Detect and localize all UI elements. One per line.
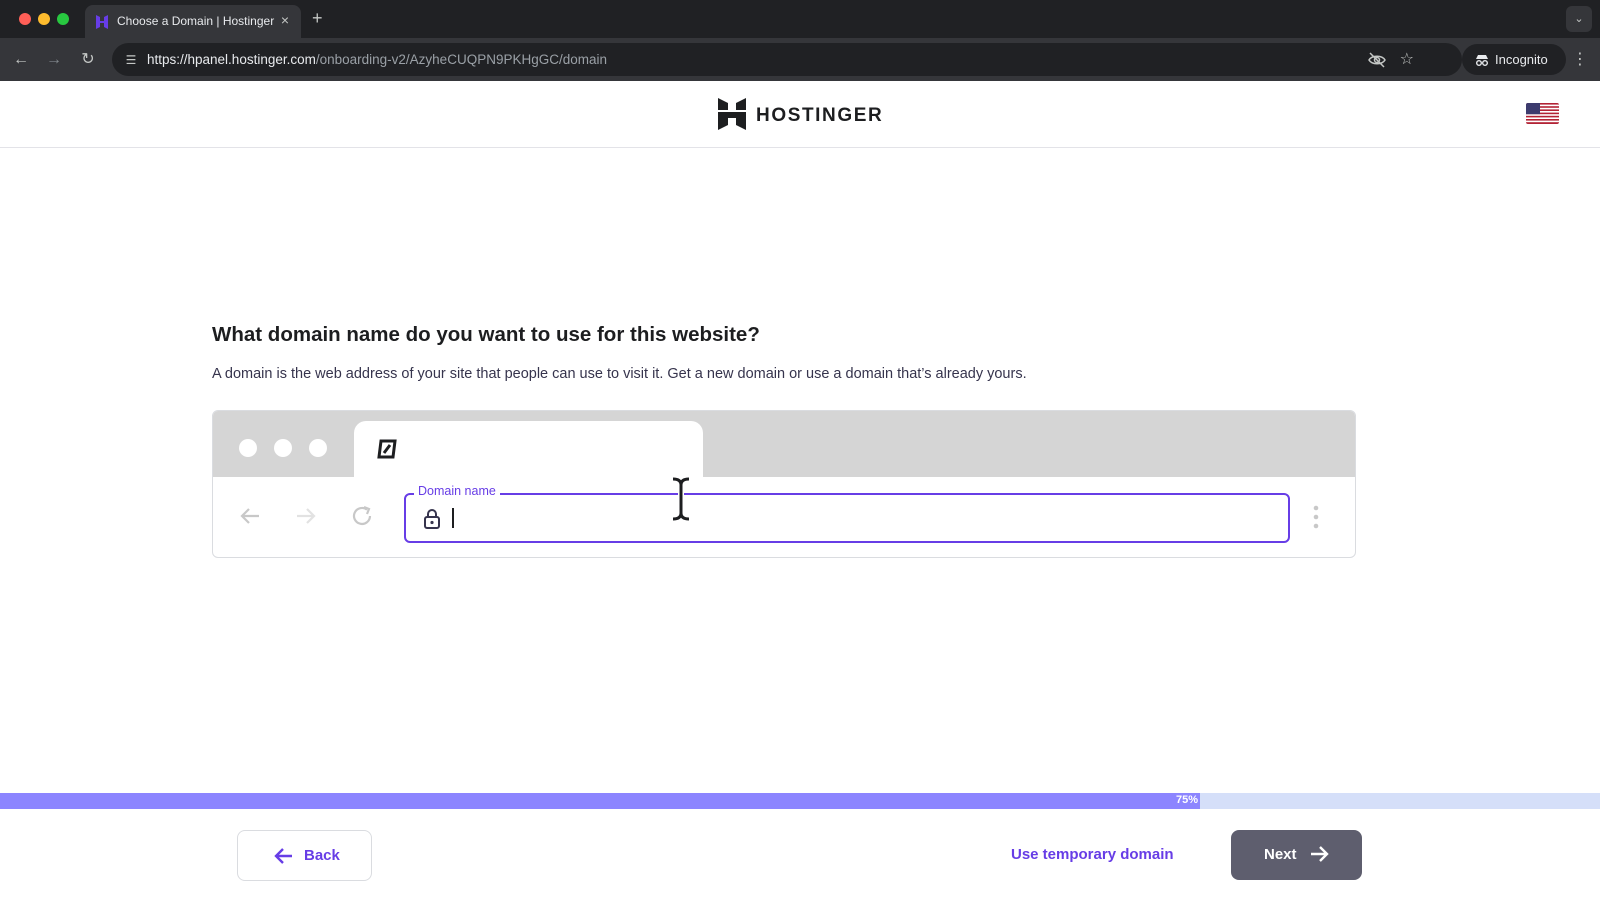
mockup-reload-icon (352, 505, 372, 525)
back-icon[interactable]: ← (10, 49, 32, 71)
mockup-back-icon (240, 508, 259, 524)
url-text[interactable]: https://hpanel.hostinger.com/onboarding-… (147, 52, 607, 67)
new-tab-button[interactable]: + (312, 8, 323, 28)
arrow-left-icon (274, 848, 292, 864)
mockup-dot (309, 439, 327, 457)
progress-bar: 75% (0, 793, 1600, 809)
tab-search-button[interactable]: ⌄ (1566, 6, 1592, 32)
close-window-button[interactable] (19, 13, 31, 25)
incognito-label: Incognito (1495, 52, 1548, 67)
mockup-dot (239, 439, 257, 457)
forward-icon[interactable]: → (43, 49, 65, 71)
next-button-label: Next (1264, 846, 1297, 863)
minimize-window-button[interactable] (38, 13, 50, 25)
browser-toolbar: ← → ↻ ☰ https://hpanel.hostinger.com/onb… (0, 38, 1600, 81)
next-button[interactable]: Next (1231, 830, 1362, 880)
maximize-window-button[interactable] (57, 13, 69, 25)
browser-mockup: Domain name (212, 410, 1356, 558)
text-caret (452, 508, 454, 528)
browser-window: Choose a Domain | Hostinger × + ⌄ ← → ↻ … (0, 0, 1600, 900)
tab-title: Choose a Domain | Hostinger (117, 14, 275, 28)
us-flag-icon[interactable] (1526, 103, 1559, 124)
domain-name-label: Domain name (414, 484, 500, 498)
incognito-indicator[interactable]: Incognito (1462, 44, 1566, 75)
mockup-dot (274, 439, 292, 457)
domain-name-field[interactable]: Domain name (404, 484, 1290, 543)
domain-name-input[interactable] (450, 505, 1270, 531)
mockup-more-icon (1313, 505, 1319, 529)
lock-icon (424, 509, 440, 529)
reload-icon[interactable]: ↻ (77, 49, 99, 71)
mockup-forward-icon (297, 508, 316, 524)
incognito-icon (1476, 55, 1488, 66)
tab-close-icon[interactable]: × (277, 12, 293, 28)
use-temporary-domain-link[interactable]: Use temporary domain (1011, 846, 1174, 863)
hostinger-logo-icon (718, 98, 746, 130)
address-bar[interactable]: ☰ https://hpanel.hostinger.com/onboardin… (112, 43, 1462, 76)
page-content: HOSTINGER What domain name do you want t… (0, 81, 1600, 900)
browser-tab[interactable]: Choose a Domain | Hostinger × (85, 5, 301, 38)
progress-fill: 75% (0, 793, 1200, 809)
site-logo-icon (377, 439, 397, 459)
page-title: What domain name do you want to use for … (212, 323, 760, 346)
progress-label: 75% (1175, 794, 1198, 806)
arrow-right-icon (1311, 846, 1329, 862)
site-header: HOSTINGER (0, 81, 1600, 148)
text-cursor-icon (672, 476, 690, 522)
menu-icon[interactable]: ⋮ (1572, 49, 1588, 71)
mockup-tab-bar (213, 411, 1355, 478)
back-button-label: Back (304, 847, 340, 864)
back-button[interactable]: Back (237, 830, 372, 881)
site-info-icon[interactable]: ☰ (120, 49, 142, 71)
mockup-tab (354, 421, 703, 478)
eye-off-icon[interactable] (1368, 51, 1386, 69)
star-icon[interactable]: ☆ (1400, 49, 1414, 69)
brand-name: HOSTINGER (756, 105, 884, 126)
hostinger-favicon-icon (96, 15, 108, 29)
page-description: A domain is the web address of your site… (212, 366, 1027, 382)
tab-strip: Choose a Domain | Hostinger × + ⌄ (0, 0, 1600, 38)
